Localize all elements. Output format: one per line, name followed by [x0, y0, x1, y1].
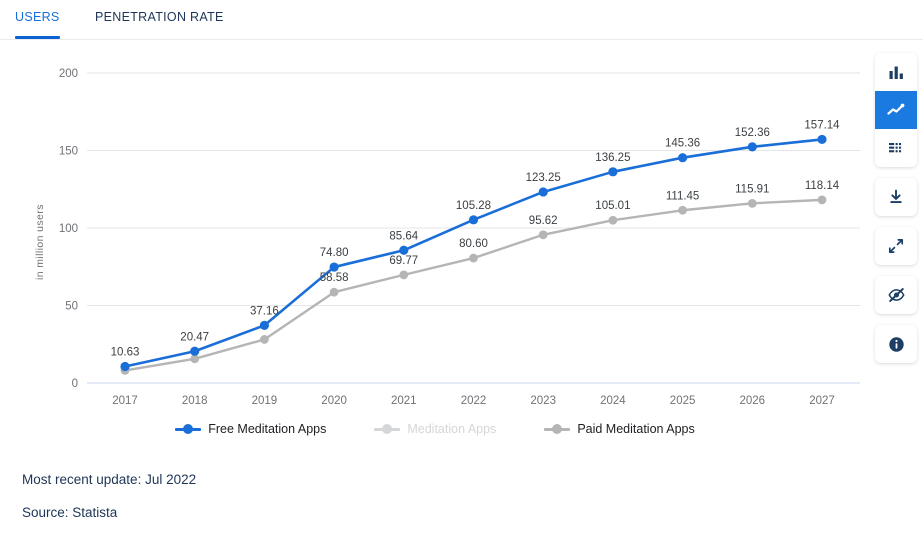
data-point[interactable]	[468, 215, 479, 225]
data-point[interactable]	[329, 287, 339, 297]
data-point-label: 152.36	[735, 127, 770, 139]
x-axis-tick: 2020	[321, 395, 347, 407]
data-point[interactable]	[608, 167, 618, 177]
legend-label: Meditation Apps	[407, 422, 497, 436]
data-point[interactable]	[678, 153, 688, 163]
x-axis-tick: 2026	[740, 395, 766, 407]
chart-page: USERS PENETRATION RATE 0 50 100 150 200 in mi…	[0, 0, 923, 550]
data-point-label: 10.63	[111, 347, 140, 359]
y-axis-tick: 200	[59, 68, 78, 80]
data-point[interactable]	[678, 205, 687, 215]
line-chart: 0 50 100 150 200 in million users 2017 2018 2019…	[34, 68, 860, 407]
data-point-label: 123.25	[526, 172, 561, 184]
data-point[interactable]	[399, 245, 409, 255]
source-line: Source: Statista	[22, 505, 118, 520]
x-axis-tick: 2027	[809, 395, 835, 407]
data-point-label: 20.47	[180, 331, 209, 343]
active-tab-underline	[15, 36, 60, 39]
legend-item[interactable]: Meditation Apps	[374, 422, 496, 436]
tab-bar: USERS PENETRATION RATE	[0, 0, 923, 40]
series-line	[123, 138, 824, 368]
data-point[interactable]	[120, 361, 130, 372]
chart-footer: Most recent update: Jul 2022 Source: Sta…	[22, 472, 196, 538]
legend-marker-icon	[544, 423, 571, 435]
chart-toolbar	[875, 53, 917, 363]
data-point[interactable]	[608, 215, 618, 225]
data-point[interactable]	[190, 346, 200, 356]
data-point-label: 145.36	[665, 138, 700, 150]
bar-chart-view-button[interactable]	[875, 53, 917, 91]
download-icon	[890, 189, 902, 203]
data-point-label: 115.91	[735, 183, 769, 195]
legend-label: Free Meditation Apps	[208, 422, 327, 436]
data-point[interactable]	[538, 230, 548, 240]
data-point-label: 95.62	[529, 215, 558, 227]
x-axis-tick: 2019	[252, 395, 278, 407]
series-line	[123, 198, 824, 372]
table-icon	[888, 142, 901, 152]
data-point-label: 37.16	[250, 305, 279, 317]
info-icon	[888, 336, 904, 352]
data-point[interactable]	[747, 142, 757, 152]
hide-button[interactable]	[875, 276, 917, 314]
data-point[interactable]	[747, 198, 757, 208]
data-point-label: 105.01	[595, 200, 630, 212]
x-axis-tick: 2023	[530, 395, 556, 407]
tab-penetration-rate[interactable]: PENETRATION RATE	[95, 10, 224, 24]
x-axis-tick: 2018	[182, 395, 208, 407]
y-axis-tick: 50	[65, 301, 78, 313]
data-point[interactable]	[538, 187, 548, 197]
data-point-label: 105.28	[456, 200, 491, 212]
chart-area: 0 50 100 150 200 in million users 2017 2018 2019…	[0, 41, 923, 451]
data-point-label: 111.45	[666, 190, 699, 202]
data-point[interactable]	[817, 134, 827, 145]
data-point[interactable]	[329, 262, 339, 272]
data-point[interactable]	[817, 195, 827, 205]
y-axis-title: in million users	[34, 204, 46, 280]
legend-marker-icon	[175, 423, 202, 435]
tab-users[interactable]: USERS	[15, 10, 60, 24]
data-point[interactable]	[259, 320, 269, 331]
legend-item[interactable]: Free Meditation Apps	[175, 422, 326, 436]
line-chart-icon	[887, 103, 905, 115]
y-axis-tick: 0	[72, 378, 78, 390]
data-point[interactable]	[260, 335, 269, 344]
eye-off-icon	[887, 288, 905, 302]
data-point-label: 74.80	[320, 247, 349, 259]
y-axis-tick: 100	[59, 223, 78, 235]
x-axis-tick: 2021	[391, 395, 417, 407]
download-button[interactable]	[875, 178, 917, 216]
chart-legend: Free Meditation Apps Meditation Apps Paid …	[0, 422, 870, 436]
y-axis-tick: 150	[59, 146, 78, 158]
most-recent-update: Most recent update: Jul 2022	[22, 472, 197, 487]
expand-icon	[888, 239, 904, 253]
data-point-label: 85.64	[389, 230, 418, 242]
data-point-label: 157.14	[804, 119, 840, 131]
line-chart-view-button[interactable]	[875, 91, 917, 129]
data-point-label: 58.58	[320, 272, 349, 284]
data-point-label: 80.60	[459, 238, 488, 250]
data-point[interactable]	[469, 253, 478, 263]
data-point-label: 118.14	[805, 180, 840, 192]
x-axis-tick: 2025	[670, 395, 696, 407]
data-point-label: 136.25	[595, 152, 630, 164]
bar-chart-icon	[889, 66, 903, 79]
data-point[interactable]	[399, 270, 409, 280]
legend-marker-icon	[374, 423, 401, 435]
x-axis-tick: 2024	[600, 395, 626, 407]
legend-label: Paid Meditation Apps	[577, 422, 695, 436]
table-view-button[interactable]	[875, 129, 917, 167]
legend-item[interactable]: Paid Meditation Apps	[544, 422, 695, 436]
view-switch-group	[875, 53, 917, 167]
data-point-label: 69.77	[389, 255, 418, 267]
x-axis-tick: 2022	[461, 395, 487, 407]
x-axis-tick: 2017	[112, 395, 138, 407]
info-button[interactable]	[875, 325, 917, 363]
fullscreen-button[interactable]	[875, 227, 917, 265]
